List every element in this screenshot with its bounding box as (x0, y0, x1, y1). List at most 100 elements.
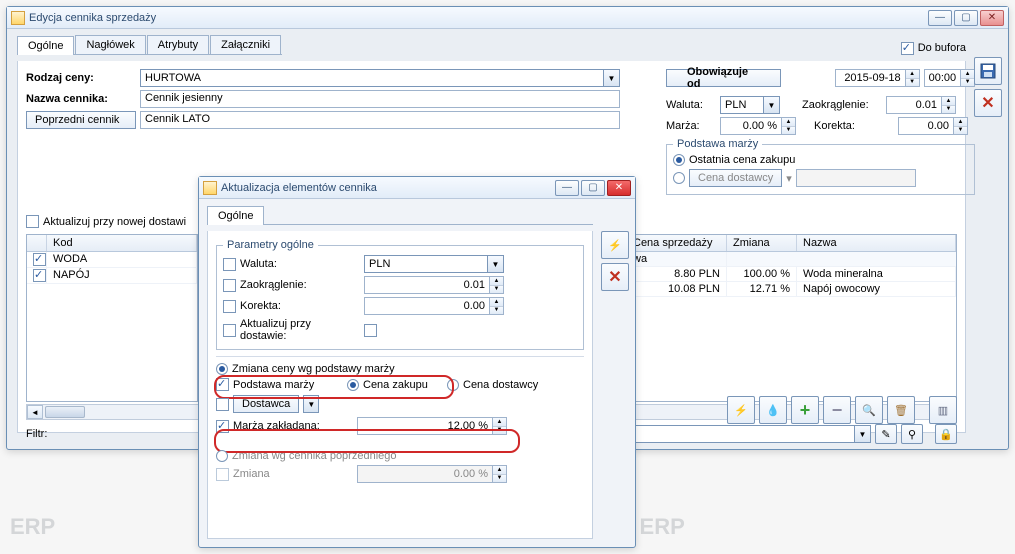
chevron-down-icon: ▼ (854, 426, 870, 442)
ostatnia-cena-zakupu-label: Ostatnia cena zakupu (689, 154, 795, 166)
cena-dostawcy-button[interactable]: Cena dostawcy (689, 169, 782, 187)
drop-button[interactable]: 💧 (759, 396, 787, 424)
nazwa-cennika-label: Nazwa cennika: (26, 93, 136, 105)
tab-atrybuty[interactable]: Atrybuty (147, 35, 209, 54)
tab-naglowek[interactable]: Nagłówek (75, 35, 145, 54)
cell-cena: 8.80 PLN (627, 267, 727, 281)
sub-titlebar[interactable]: Aktualizacja elementów cennika — ▢ ✕ (199, 177, 635, 199)
waluta-dropdown[interactable]: PLN▼ (720, 96, 780, 114)
marza-zakladana-check[interactable] (216, 420, 229, 433)
main-title: Edycja cennika sprzedaży (29, 12, 928, 24)
cell-nazwa: Napój owocowy (797, 282, 956, 296)
zmiana-wg-poprz-radio[interactable] (216, 450, 228, 462)
korekta-value-sub: 0.00 (365, 300, 489, 312)
col-kod[interactable]: Kod (47, 235, 197, 251)
grid-left[interactable]: Kod WODA NAPÓJ (26, 234, 198, 402)
cena-zakupu-label: Cena zakupu (363, 379, 443, 391)
zmiana-wg-podstawy-radio[interactable] (216, 363, 228, 375)
cena-dostawcy-radio-sub[interactable] (447, 379, 459, 391)
filter-edit-button[interactable]: ✎ (875, 424, 897, 444)
save-button[interactable] (974, 57, 1002, 85)
podstawa-marzy-group: Podstawa marży Ostatnia cena zakupu Cena… (666, 138, 975, 195)
zaokraglenie-input[interactable]: 0.01▲▼ (886, 96, 956, 114)
marza-zakladana-value: 12.00 % (358, 420, 492, 432)
zaokraglenie-value-sub: 0.01 (365, 279, 489, 291)
maximize-button[interactable]: ▢ (581, 180, 605, 196)
rodzaj-ceny-value: HURTOWA (141, 72, 603, 84)
marza-label: Marża: (666, 120, 716, 132)
dostawca-button[interactable]: Dostawca (233, 395, 299, 413)
row-check[interactable] (33, 253, 46, 266)
zaokraglenie-input-sub[interactable]: 0.01▲▼ (364, 276, 504, 294)
cena-zakupu-radio[interactable] (347, 379, 359, 391)
maximize-button[interactable]: ▢ (954, 10, 978, 26)
obowiazuje-od-button[interactable]: Obowiązuje od (666, 69, 781, 87)
marza-input[interactable]: 0.00 %▲▼ (720, 117, 796, 135)
col-zmiana[interactable]: Zmiana (727, 235, 797, 251)
zaokraglenie-check[interactable] (223, 279, 236, 292)
param-group: Parametry ogólne Waluta: PLN▼ Zaokrąglen… (216, 239, 584, 350)
korekta-label: Korekta: (814, 120, 894, 132)
korekta-value: 0.00 (899, 120, 953, 132)
tab-ogolne[interactable]: Ogólne (17, 36, 74, 55)
filter-config-button[interactable]: ⚲ (901, 424, 923, 444)
korekta-input[interactable]: 0.00▲▼ (898, 117, 968, 135)
aktualizuj-label-sub: Aktualizuj przy dostawie: (240, 318, 360, 342)
delete-button[interactable]: 🗑 (887, 396, 915, 424)
close-button[interactable]: ✕ (607, 180, 631, 196)
remove-button[interactable]: − (823, 396, 851, 424)
time-input[interactable]: 00:00▲▼ (924, 69, 976, 87)
podstawa-marzy-check[interactable] (216, 378, 229, 391)
poprzedni-cennik-button[interactable]: Poprzedni cennik (26, 111, 136, 129)
korekta-check[interactable] (223, 300, 236, 313)
poprzedni-cennik-input[interactable]: Cennik LATO (140, 111, 620, 129)
bolt-button[interactable]: ⚡ (727, 396, 755, 424)
scroll-left-icon[interactable]: ◄ (27, 405, 43, 419)
col-cena[interactable]: Cena sprzedaży (627, 235, 727, 251)
run-button[interactable]: ⚡ (601, 231, 629, 259)
korekta-label-sub: Korekta: (240, 300, 360, 312)
cancel-button[interactable]: ✕ (974, 89, 1002, 117)
main-titlebar[interactable]: Edycja cennika sprzedaży — ▢ ✕ (7, 7, 1008, 29)
cell-kod: WODA (47, 252, 197, 267)
col-nazwa[interactable]: Nazwa (797, 235, 956, 251)
minimize-button[interactable]: — (555, 180, 579, 196)
tab-zalaczniki[interactable]: Załączniki (210, 35, 281, 54)
do-bufora-checkbox[interactable] (901, 42, 914, 55)
close-button[interactable]: ✕ (980, 10, 1004, 26)
chevron-down-icon[interactable]: ▼ (303, 395, 319, 413)
add-button[interactable]: + (791, 396, 819, 424)
waluta-value-sub: PLN (365, 258, 487, 270)
date-input[interactable]: 2015-09-18▲▼ (835, 69, 919, 87)
dostawca-check[interactable] (216, 398, 229, 411)
floppy-icon (979, 62, 997, 80)
aktualizuj-label: Aktualizuj przy nowej dostawi (43, 216, 186, 228)
podstawa-marzy-label-sub: Podstawa marży (233, 379, 343, 391)
row-check[interactable] (33, 269, 46, 282)
aktualizuj-check-sub[interactable] (223, 324, 236, 337)
sub-title: Aktualizacja elementów cennika (221, 182, 555, 194)
cancel-button-sub[interactable]: ✕ (601, 263, 629, 291)
rodzaj-ceny-label: Rodzaj ceny: (26, 72, 136, 84)
tab-ogolne-sub[interactable]: Ogólne (207, 206, 264, 225)
korekta-input-sub[interactable]: 0.00▲▼ (364, 297, 504, 315)
nazwa-cennika-input[interactable]: Cennik jesienny (140, 90, 620, 108)
marza-zakladana-input[interactable]: 12.00 %▲▼ (357, 417, 507, 435)
minimize-button[interactable]: — (928, 10, 952, 26)
cell-zmiana: 100.00 % (727, 267, 797, 281)
grid-right[interactable]: Cena sprzedaży Zmiana Nazwa wa 8.80 PLN1… (627, 234, 957, 402)
rodzaj-ceny-dropdown[interactable]: HURTOWA ▼ (140, 69, 620, 87)
waluta-check[interactable] (223, 258, 236, 271)
ostatnia-cena-zakupu-radio[interactable] (673, 154, 685, 166)
more-button[interactable]: ▥ (929, 396, 957, 424)
aktualizuj-value-check[interactable] (364, 324, 377, 337)
chevron-down-icon: ▼ (763, 97, 779, 113)
cell-zmiana: 12.71 % (727, 282, 797, 296)
lock-button[interactable]: 🔒 (935, 424, 957, 444)
cell-kod: NAPÓJ (47, 268, 197, 283)
aktualizuj-checkbox[interactable] (26, 215, 39, 228)
search-button[interactable]: 🔍 (855, 396, 883, 424)
waluta-dropdown-sub[interactable]: PLN▼ (364, 255, 504, 273)
cena-dostawcy-radio[interactable] (673, 172, 685, 184)
scroll-thumb[interactable] (45, 406, 85, 418)
